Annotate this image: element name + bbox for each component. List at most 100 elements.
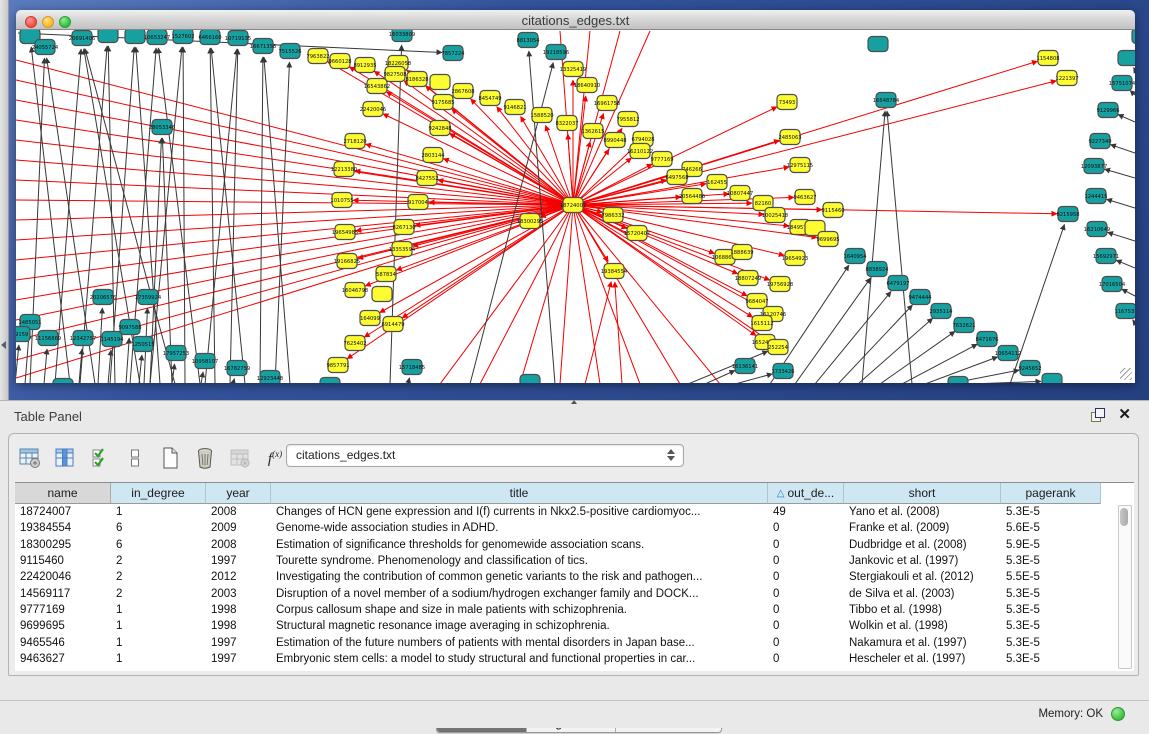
graph-node[interactable]: 1221397 — [1055, 71, 1078, 86]
graph-node[interactable] — [948, 377, 968, 384]
graph-node[interactable]: 8990448 — [603, 133, 626, 148]
graph-node[interactable]: 6466160 — [198, 30, 221, 45]
graph-node[interactable]: 1154808 — [1036, 51, 1059, 66]
graph-node[interactable]: 9684047 — [745, 294, 768, 309]
graph-node[interactable]: 20691406 — [69, 31, 95, 46]
select-all-icon[interactable] — [87, 445, 113, 471]
graph-node[interactable]: 16210122 — [627, 144, 653, 159]
graph-node[interactable]: 6497568 — [665, 170, 688, 185]
graph-node[interactable]: 9699695 — [816, 232, 839, 247]
graph-node[interactable]: 1250515 — [131, 337, 154, 352]
graph-node[interactable]: 17957253 — [163, 346, 189, 361]
table-row[interactable]: 977716911998Corpus callosum shape and si… — [15, 602, 1134, 618]
graph-node[interactable]: 9129966 — [1096, 103, 1119, 118]
column-header-out-de-[interactable]: △out_de... — [768, 483, 844, 504]
table-row[interactable]: 946362711997Embryonic stem cells: a mode… — [15, 651, 1134, 667]
table-row[interactable]: 1938455462009Genome-wide association stu… — [15, 520, 1134, 536]
graph-node[interactable]: 8427552 — [415, 171, 438, 186]
delete-icon[interactable] — [192, 445, 218, 471]
graph-node[interactable]: 8813054 — [516, 33, 540, 48]
graph-node[interactable]: 19654923 — [782, 251, 808, 266]
graph-node[interactable]: 16782759 — [224, 361, 250, 376]
graph-node[interactable]: 2935114 — [929, 304, 953, 319]
graph-node[interactable]: 12093877 — [1081, 159, 1107, 174]
window-titlebar[interactable]: citations_edges.txt — [16, 10, 1135, 30]
graph-node[interactable]: 7857224 — [441, 46, 465, 61]
graph-node[interactable]: 1733426 — [771, 364, 794, 379]
graph-node[interactable]: 252254 — [768, 340, 789, 355]
graph-node[interactable]: 8267130 — [392, 220, 415, 235]
float-panel-icon[interactable] — [1091, 408, 1105, 422]
graph-node[interactable]: 9660128 — [328, 54, 351, 69]
graph-node[interactable]: 9175685 — [431, 95, 454, 110]
table-row[interactable]: 1830029562008Estimation of significance … — [15, 537, 1134, 553]
graph-node[interactable]: 22420046 — [360, 102, 386, 117]
graph-node[interactable]: 9827508 — [383, 67, 406, 82]
side-collapse-strip[interactable] — [0, 0, 9, 400]
graph-node[interactable]: 16671358 — [250, 39, 276, 54]
graph-node[interactable] — [520, 375, 540, 384]
graph-node[interactable]: 9857791 — [326, 358, 349, 373]
graph-node[interactable]: 1010755 — [330, 193, 353, 208]
graph-node[interactable]: 10958107 — [192, 354, 218, 369]
graph-node[interactable]: 10654112 — [995, 346, 1021, 361]
graph-node[interactable] — [1118, 51, 1135, 66]
graph-node[interactable]: 1615112 — [750, 316, 773, 331]
graph-node[interactable]: 10025418 — [762, 208, 788, 223]
graph-node[interactable]: 9097588 — [118, 320, 141, 335]
graph-node[interactable]: 9777169 — [650, 152, 673, 167]
graph-node[interactable]: 17016504 — [1099, 277, 1126, 292]
graph-node[interactable]: 39159 — [16, 327, 30, 342]
graph-node[interactable]: 8838924 — [865, 262, 889, 277]
table-row[interactable]: 969969511998Structural magnetic resonanc… — [15, 618, 1134, 634]
network-canvas[interactable]: 1872400724055724206914061065324715276026… — [16, 30, 1135, 383]
graph-node[interactable]: 2867608 — [451, 84, 474, 99]
table-row[interactable]: 2242004622012Investigating the contribut… — [15, 569, 1134, 585]
collapse-arrow-icon[interactable] — [1, 341, 6, 349]
column-header-pagerank[interactable]: pagerank — [1001, 483, 1101, 504]
column-header-name[interactable]: name — [15, 483, 111, 504]
graph-node[interactable]: 11156869 — [35, 331, 61, 346]
graph-node[interactable]: 1244415 — [1084, 189, 1107, 204]
scrollbar-thumb[interactable] — [1120, 508, 1128, 526]
graph-node[interactable]: 19384554 — [601, 264, 628, 279]
graph-node[interactable]: 2803144 — [421, 148, 445, 163]
graph-node[interactable]: 19166825 — [334, 254, 360, 269]
graph-node[interactable] — [98, 30, 118, 43]
vertical-scrollbar[interactable] — [1118, 505, 1132, 669]
panel-splitter-handle[interactable] — [569, 400, 578, 406]
graph-node[interactable]: 8215958 — [1056, 207, 1079, 222]
graph-node[interactable]: 8186328 — [405, 72, 428, 87]
table-mode-icon[interactable] — [17, 445, 43, 471]
graph-node[interactable] — [430, 75, 450, 90]
graph-node[interactable]: 9474444 — [908, 290, 932, 305]
graph-node[interactable]: 7986332 — [601, 208, 624, 223]
graph-node[interactable]: 16648784 — [873, 93, 900, 108]
graph-node[interactable]: 7632621 — [952, 318, 975, 333]
graph-node[interactable]: 1588520 — [530, 108, 553, 123]
graph-node[interactable]: 19756928 — [767, 277, 793, 292]
graph-node[interactable]: 10807447 — [727, 186, 753, 201]
graph-node[interactable]: 18807249 — [735, 271, 761, 286]
graph-node[interactable]: 15692971 — [1093, 249, 1119, 264]
function-builder-icon[interactable]: f(x) — [262, 445, 288, 471]
graph-node[interactable]: 10719135 — [225, 31, 251, 46]
column-header-short[interactable]: short — [844, 483, 1001, 504]
table-row[interactable]: 1872400712008Changes of HCN gene express… — [15, 504, 1134, 520]
graph-node[interactable]: 8471676 — [975, 332, 998, 347]
graph-node[interactable]: 1167531 — [1114, 304, 1135, 319]
graph-node[interactable]: 587834 — [376, 267, 397, 282]
column-header-year[interactable]: year — [206, 483, 271, 504]
column-header-in-degree[interactable]: in_degree — [111, 483, 206, 504]
graph-node[interactable]: 9463627 — [793, 190, 816, 205]
table-row[interactable]: 946554611997Estimation of the future num… — [15, 634, 1134, 650]
graph-node[interactable]: 917004 — [408, 195, 429, 210]
graph-node[interactable]: 19654985 — [332, 225, 358, 240]
graph-node[interactable]: 73493 — [777, 95, 797, 110]
column-header-title[interactable]: title — [271, 483, 768, 504]
graph-node[interactable]: 9242848 — [428, 121, 451, 136]
graph-node[interactable]: 8454749 — [478, 91, 501, 106]
graph-node[interactable] — [372, 287, 392, 302]
table-selector-dropdown[interactable]: citations_edges.txt — [286, 444, 684, 467]
graph-node[interactable] — [1042, 374, 1062, 384]
